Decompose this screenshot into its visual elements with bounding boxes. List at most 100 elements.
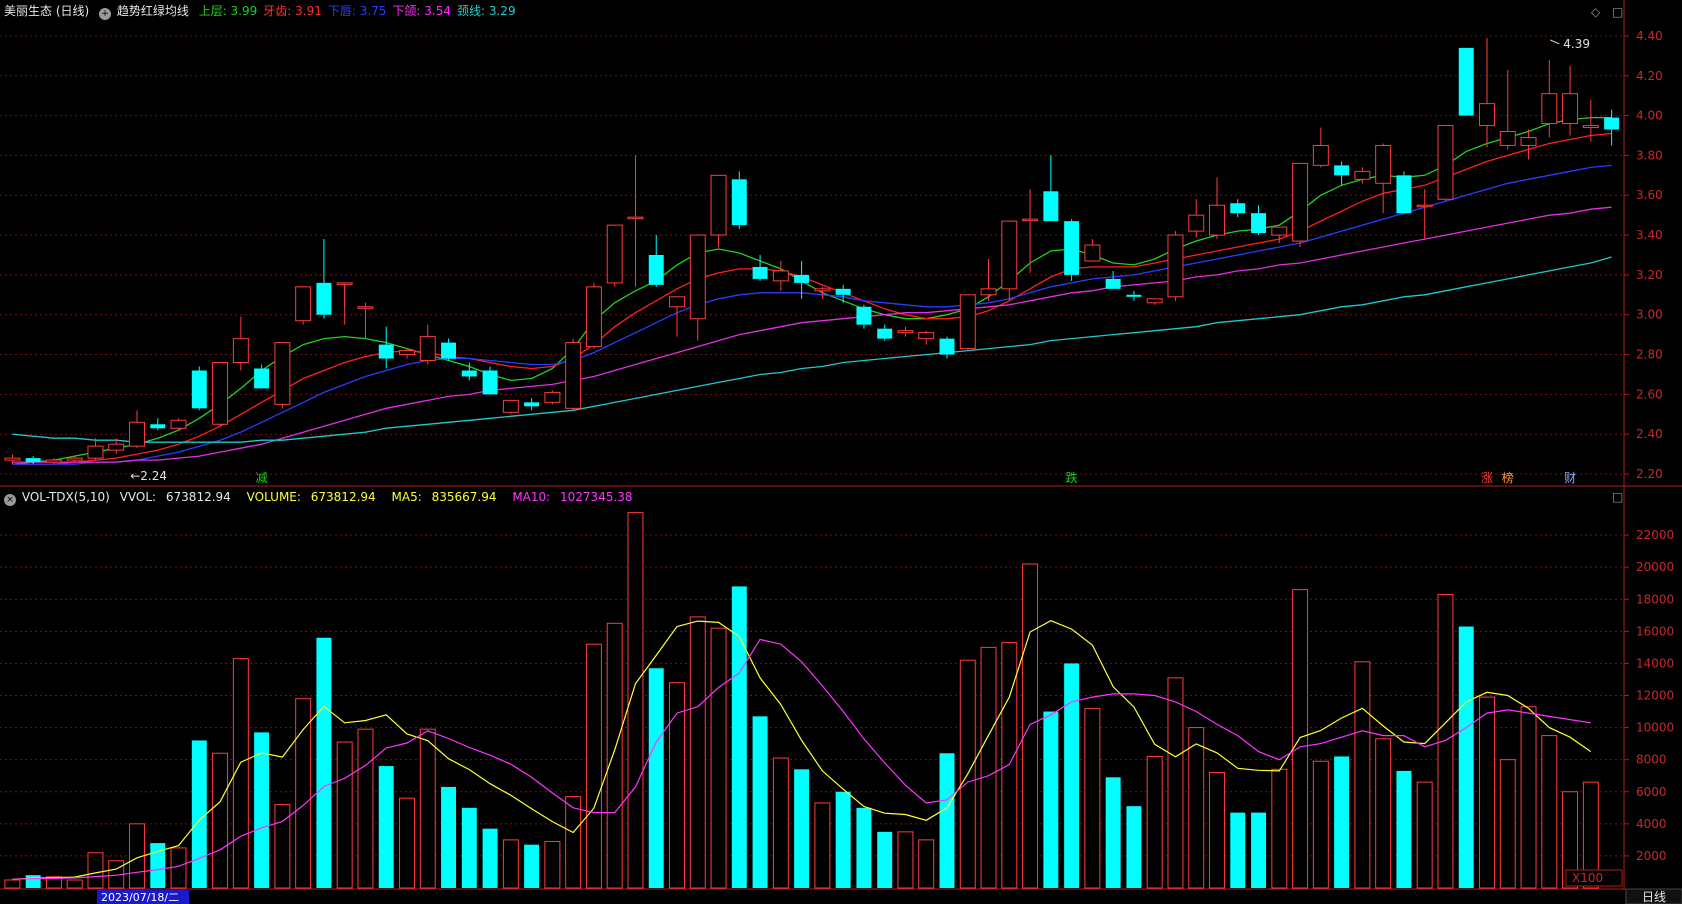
- event-marker-2[interactable]: 涨: [1481, 470, 1493, 485]
- candle-body-11[interactable]: [232, 338, 249, 364]
- candle-body-34[interactable]: [710, 174, 727, 236]
- volume-bar-50[interactable]: [1043, 711, 1059, 888]
- candle-body-16[interactable]: [336, 282, 353, 285]
- volume-bar-10[interactable]: [212, 752, 229, 889]
- period-button-label[interactable]: 日线: [1642, 890, 1666, 904]
- candle-body-20[interactable]: [419, 336, 436, 362]
- volume-bar-3[interactable]: [66, 879, 83, 889]
- candle-body-76[interactable]: [1582, 125, 1599, 129]
- volume-bar-69[interactable]: [1437, 593, 1454, 889]
- volume-bar-22[interactable]: [461, 807, 477, 888]
- candle-body-5[interactable]: [108, 443, 125, 451]
- volume-bar-56[interactable]: [1167, 677, 1184, 889]
- volume-bar-71[interactable]: [1479, 696, 1495, 889]
- volume-bar-70[interactable]: [1458, 626, 1474, 888]
- volume-bar-24[interactable]: [502, 839, 519, 889]
- volume-bar-41[interactable]: [856, 807, 872, 888]
- close-icon[interactable]: ×: [4, 494, 16, 506]
- candle-body-24[interactable]: [502, 399, 519, 413]
- volume-bar-29[interactable]: [606, 622, 623, 889]
- event-marker-0[interactable]: 减: [256, 471, 268, 485]
- candle-body-30[interactable]: [627, 216, 644, 220]
- candle-body-8[interactable]: [170, 419, 187, 429]
- stock-title[interactable]: 美丽生态 (日线): [4, 4, 89, 18]
- volume-bars[interactable]: [4, 512, 1599, 889]
- candle-body-27[interactable]: [565, 342, 582, 409]
- maximize-icon[interactable]: □: [1612, 5, 1623, 19]
- candle-body-71[interactable]: [1479, 103, 1495, 127]
- diamond-icon[interactable]: ◇: [1591, 5, 1600, 19]
- candle-body-47[interactable]: [980, 288, 997, 296]
- volume-bar-61[interactable]: [1271, 768, 1288, 889]
- candle-body-28[interactable]: [585, 286, 602, 348]
- candle-body-36[interactable]: [752, 266, 768, 279]
- volume-bar-1[interactable]: [25, 875, 41, 888]
- event-marker-1[interactable]: 跌: [1066, 470, 1078, 485]
- candle-body-39[interactable]: [814, 288, 831, 292]
- candle-body-55[interactable]: [1146, 298, 1163, 304]
- candle-body-66[interactable]: [1375, 144, 1392, 184]
- volume-bar-35[interactable]: [731, 586, 747, 888]
- candle-body-41[interactable]: [856, 306, 872, 325]
- volume-bar-37[interactable]: [772, 757, 789, 889]
- candle-body-33[interactable]: [689, 234, 706, 320]
- candle-body-65[interactable]: [1354, 170, 1371, 180]
- candle-body-42[interactable]: [877, 328, 893, 339]
- candle-body-63[interactable]: [1312, 144, 1329, 166]
- candle-body-15[interactable]: [316, 282, 332, 315]
- volume-bar-15[interactable]: [316, 637, 332, 888]
- indicator-name[interactable]: 趋势红绿均线: [117, 4, 189, 18]
- volume-bar-57[interactable]: [1188, 727, 1205, 889]
- volume-bar-51[interactable]: [1064, 663, 1080, 888]
- candle-body-22[interactable]: [461, 370, 477, 377]
- volume-bar-68[interactable]: [1416, 781, 1433, 889]
- candle-body-74[interactable]: [1541, 93, 1558, 125]
- candle-body-3[interactable]: [66, 457, 83, 461]
- candle-body-25[interactable]: [524, 402, 540, 407]
- candle-body-29[interactable]: [606, 224, 623, 284]
- candle-body-61[interactable]: [1271, 226, 1288, 236]
- candle-body-32[interactable]: [669, 296, 685, 308]
- volume-bar-28[interactable]: [585, 643, 602, 889]
- candle-body-44[interactable]: [918, 332, 935, 340]
- volume-bar-4[interactable]: [87, 852, 104, 889]
- candle-body-17[interactable]: [357, 306, 374, 309]
- candle-body-10[interactable]: [212, 362, 229, 425]
- volume-bar-14[interactable]: [295, 698, 312, 889]
- candle-body-2[interactable]: [45, 459, 62, 463]
- volume-bar-27[interactable]: [565, 796, 582, 889]
- volume-bar-60[interactable]: [1251, 812, 1267, 888]
- candle-body-23[interactable]: [482, 370, 498, 395]
- volume-bar-62[interactable]: [1292, 589, 1309, 889]
- candle-body-57[interactable]: [1188, 214, 1205, 232]
- candle-body-64[interactable]: [1334, 165, 1350, 176]
- volume-bar-33[interactable]: [689, 616, 706, 889]
- volume-bar-43[interactable]: [897, 831, 914, 889]
- volume-bar-9[interactable]: [191, 740, 207, 888]
- candle-body-72[interactable]: [1499, 131, 1516, 146]
- candle-body-0[interactable]: [4, 457, 21, 461]
- volume-bar-42[interactable]: [877, 831, 893, 888]
- candle-body-6[interactable]: [129, 421, 145, 447]
- candle-body-18[interactable]: [378, 344, 394, 359]
- candle-body-14[interactable]: [295, 286, 312, 322]
- volume-bar-65[interactable]: [1354, 661, 1371, 889]
- candle-body-68[interactable]: [1416, 204, 1433, 208]
- candle-body-43[interactable]: [897, 330, 914, 334]
- candle-body-62[interactable]: [1292, 162, 1309, 242]
- volume-bar-25[interactable]: [524, 844, 540, 888]
- volume-bar-39[interactable]: [814, 802, 831, 889]
- volume-maximize-icon[interactable]: □: [1612, 490, 1623, 504]
- candle-body-45[interactable]: [939, 338, 955, 355]
- candle-body-52[interactable]: [1084, 244, 1101, 262]
- volume-bar-16[interactable]: [336, 741, 353, 889]
- candle-body-37[interactable]: [772, 270, 789, 282]
- candle-body-1[interactable]: [25, 458, 41, 463]
- candle-body-58[interactable]: [1209, 204, 1225, 236]
- volume-bar-17[interactable]: [357, 728, 374, 889]
- candle-body-12[interactable]: [254, 368, 270, 389]
- volume-bar-74[interactable]: [1541, 735, 1558, 889]
- candle-body-56[interactable]: [1167, 234, 1184, 298]
- volume-bar-66[interactable]: [1375, 738, 1392, 889]
- volume-bar-19[interactable]: [399, 797, 415, 889]
